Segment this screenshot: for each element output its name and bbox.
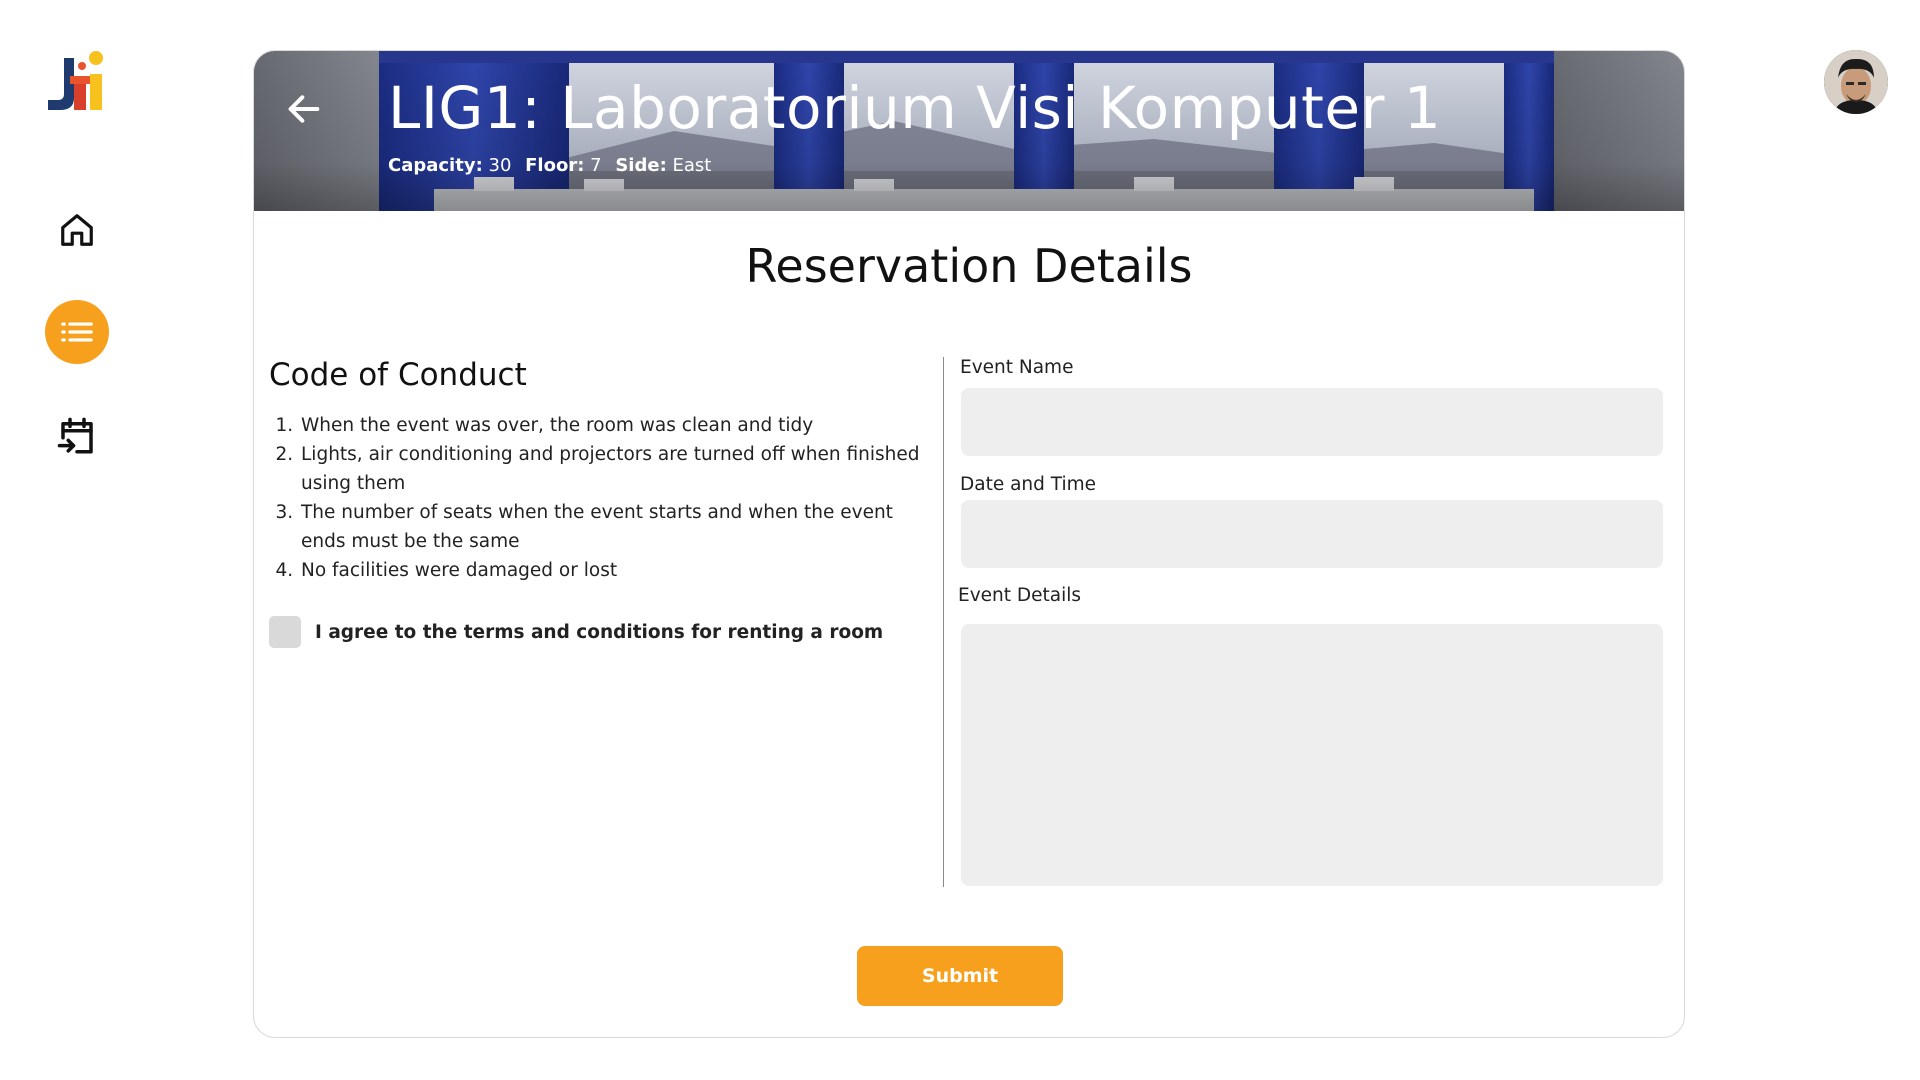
capacity-value: 30 (488, 155, 512, 176)
arrow-left-icon (288, 95, 320, 123)
event-name-input[interactable] (961, 388, 1663, 456)
sidebar-item-list[interactable] (45, 300, 109, 364)
app-logo[interactable] (44, 48, 110, 114)
floor-value: 7 (590, 155, 602, 176)
list-icon (61, 322, 93, 342)
rule-item: When the event was over, the room was cl… (299, 411, 929, 440)
page-title: Reservation Details (745, 239, 1193, 293)
sidebar-item-home[interactable] (45, 198, 109, 262)
agree-label: I agree to the terms and conditions for … (315, 621, 884, 643)
code-of-conduct-title: Code of Conduct (269, 357, 527, 393)
event-name-label: Event Name (960, 357, 1074, 378)
side-value: East (672, 155, 712, 176)
submit-button[interactable]: Submit (857, 946, 1063, 1006)
user-avatar[interactable] (1824, 50, 1888, 114)
room-meta: Capacity: 30 Floor: 7 Side: East (388, 155, 719, 176)
calendar-arrow-icon (57, 417, 93, 454)
rule-item: Lights, air conditioning and projectors … (299, 440, 929, 498)
rule-item: The number of seats when the event start… (299, 498, 929, 556)
sidebar-item-calendar[interactable] (45, 404, 109, 468)
floor-label: Floor: (525, 155, 585, 176)
room-title: LIG1: Laboratorium Visi Komputer 1 (388, 74, 1442, 142)
room-banner: LIG1: Laboratorium Visi Komputer 1 Capac… (254, 51, 1684, 211)
agree-terms-row[interactable]: I agree to the terms and conditions for … (269, 616, 883, 648)
back-button[interactable] (284, 89, 338, 143)
column-divider (943, 357, 944, 887)
reservation-card: LIG1: Laboratorium Visi Komputer 1 Capac… (253, 50, 1685, 1038)
side-label: Side: (615, 155, 667, 176)
capacity-label: Capacity: (388, 155, 483, 176)
event-details-label: Event Details (958, 585, 1082, 606)
agree-checkbox[interactable] (269, 616, 301, 648)
rule-item: No facilities were damaged or lost (299, 556, 929, 585)
event-details-textarea[interactable] (961, 624, 1663, 886)
date-time-input[interactable] (961, 500, 1663, 568)
code-of-conduct-list: When the event was over, the room was cl… (269, 411, 929, 585)
home-icon (61, 214, 93, 246)
date-time-label: Date and Time (960, 474, 1097, 495)
